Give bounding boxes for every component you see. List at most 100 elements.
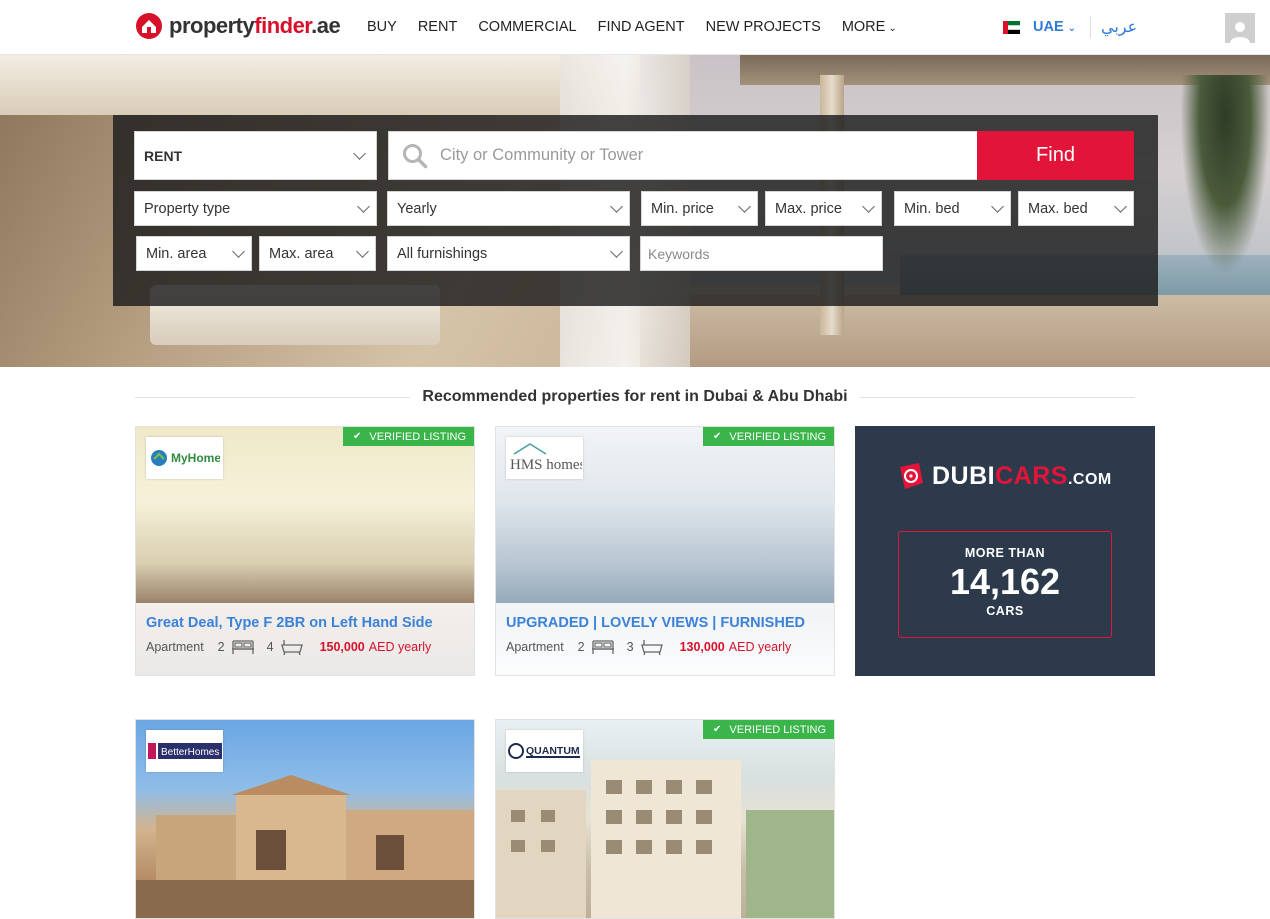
rent-period-value: Yearly — [397, 200, 437, 217]
max-bed-select[interactable]: Max. bed — [1018, 191, 1134, 226]
section-divider — [135, 396, 411, 398]
keywords-input[interactable] — [640, 236, 883, 271]
nav-more-label: MORE — [841, 19, 886, 35]
dubicars-line1: MORE THAN — [964, 546, 1046, 560]
nav-commercial[interactable]: COMMERCIAL — [478, 19, 576, 35]
chevron-down-icon — [356, 245, 369, 258]
logo-wordmark: propertyfinder.ae — [169, 13, 341, 39]
nav-find-agent[interactable]: FIND AGENT — [598, 19, 685, 35]
svg-text:QUANTUM: QUANTUM — [526, 745, 580, 757]
uae-flag-icon — [1003, 21, 1020, 35]
steering-wheel-icon — [900, 463, 923, 489]
bath-count: 4 — [266, 640, 274, 654]
verified-badge: ✔ VERIFIED LISTING — [703, 427, 834, 446]
listing-price: 130,000 — [679, 640, 725, 654]
listing-meta: Apartment 2 4 150,000 AED yearly — [146, 638, 464, 656]
svg-text:MyHome: MyHome — [171, 451, 220, 465]
rent-period-select[interactable]: Yearly — [387, 191, 630, 226]
section-title: Recommended properties for rent in Dubai… — [422, 388, 848, 405]
min-area-select[interactable]: Min. area — [136, 236, 252, 271]
dubicars-count-box: MORE THAN 14,162 CARS — [898, 531, 1112, 638]
main-nav: BUY RENT COMMERCIAL FIND AGENT NEW PROJE… — [367, 19, 918, 35]
listing-title[interactable]: Great Deal, Type F 2BR on Left Hand Side — [146, 615, 464, 631]
svg-text:BetterHomes: BetterHomes — [161, 747, 219, 758]
check-icon: ✔ — [713, 431, 722, 442]
house-logo-icon — [136, 13, 162, 39]
logo-text-tld: .ae — [311, 13, 341, 38]
listing-card[interactable]: BetterHomes — [135, 719, 475, 919]
bed-icon — [591, 638, 615, 656]
quantum-logo-icon: QUANTUM — [507, 743, 580, 759]
chevron-down-icon — [357, 200, 370, 213]
header-divider — [1090, 16, 1091, 38]
language-switch[interactable]: عربي — [1101, 17, 1137, 37]
search-mode-select[interactable]: RENT — [134, 131, 377, 180]
property-type: Apartment — [146, 640, 204, 654]
nav-more[interactable]: MORE ⌄ — [842, 19, 897, 35]
price-unit: AED yearly — [728, 640, 792, 654]
furnishing-value: All furnishings — [397, 245, 488, 262]
location-search-input[interactable] — [440, 146, 960, 165]
chevron-down-icon — [738, 200, 751, 213]
listing-title[interactable]: UPGRADED | LOVELY VIEWS | FURNISHED — [506, 615, 824, 631]
search-mode-value: RENT — [144, 147, 183, 164]
listing-card[interactable]: ✔ VERIFIED LISTING QUANTUM — [495, 719, 835, 919]
user-silhouette-icon — [1230, 22, 1250, 43]
bed-icon — [231, 638, 255, 656]
listing-card[interactable]: ✔ VERIFIED LISTING MyHome Great Deal, Typ… — [135, 426, 475, 676]
bath-count: 3 — [626, 640, 634, 654]
myhome-logo-icon: MyHome — [150, 450, 220, 466]
verified-label: VERIFIED LISTING — [729, 430, 826, 443]
dubicars-line2: CARS — [986, 604, 1024, 618]
dubicars-logo: DUBICARS.COM — [897, 461, 1112, 491]
dubicars-count: 14,162 — [949, 561, 1061, 602]
svg-text:HMS homes: HMS homes — [510, 457, 582, 473]
nav-new-projects[interactable]: NEW PROJECTS — [706, 19, 821, 35]
max-area-select[interactable]: Max. area — [259, 236, 376, 271]
price-unit: AED yearly — [368, 640, 432, 654]
find-button[interactable]: Find — [977, 131, 1134, 180]
min-price-value: Min. price — [651, 200, 714, 217]
search-icon — [403, 143, 428, 168]
furnishing-select[interactable]: All furnishings — [387, 236, 630, 271]
nav-buy[interactable]: BUY — [367, 19, 397, 35]
property-type-value: Property type — [144, 200, 231, 217]
site-logo[interactable]: propertyfinder.ae — [135, 12, 341, 40]
dubicars-ad[interactable]: DUBICARS.COM MORE THAN 14,162 CARS — [855, 426, 1155, 676]
user-avatar-icon[interactable] — [1225, 13, 1255, 43]
country-selector[interactable]: UAE ⌄ — [1033, 19, 1076, 35]
bed-count: 2 — [217, 640, 225, 654]
max-price-select[interactable]: Max. price — [765, 191, 882, 226]
bed-count: 2 — [577, 640, 585, 654]
listing-card[interactable]: ✔ VERIFIED LISTING HMS homes UPGRADED | L… — [495, 426, 835, 676]
property-type-select[interactable]: Property type — [134, 191, 377, 226]
logo-text-main: property — [169, 13, 255, 38]
min-price-select[interactable]: Min. price — [641, 191, 758, 226]
nav-rent[interactable]: RENT — [418, 19, 457, 35]
hms-homes-logo-icon: HMS homes — [510, 443, 582, 473]
check-icon: ✔ — [353, 431, 362, 442]
listing-info: Great Deal, Type F 2BR on Left Hand Side… — [136, 603, 474, 675]
location-search-box[interactable] — [388, 131, 978, 180]
dubicars-logo-tld: .COM — [1067, 470, 1112, 488]
listing-price: 150,000 — [319, 640, 365, 654]
logo-text-accent: finder — [254, 13, 312, 38]
site-header: propertyfinder.ae BUY RENT COMMERCIAL FI… — [0, 0, 1270, 55]
chevron-down-icon — [862, 200, 875, 213]
broker-logo: HMS homes — [506, 437, 583, 479]
dubicars-logo-part2: CARS — [995, 461, 1068, 490]
check-icon: ✔ — [713, 724, 722, 735]
min-bed-select[interactable]: Min. bed — [894, 191, 1011, 226]
min-bed-value: Min. bed — [904, 200, 960, 217]
chevron-down-icon: ⌄ — [888, 23, 897, 34]
section-header: Recommended properties for rent in Dubai… — [135, 386, 1136, 408]
max-area-value: Max. area — [269, 245, 334, 262]
broker-logo: QUANTUM — [506, 730, 583, 772]
verified-label: VERIFIED LISTING — [729, 723, 826, 736]
chevron-down-icon — [232, 245, 245, 258]
chevron-down-icon — [610, 200, 623, 213]
chevron-down-icon: ⌄ — [1067, 23, 1077, 34]
max-bed-value: Max. bed — [1028, 200, 1088, 217]
listing-info: UPGRADED | LOVELY VIEWS | FURNISHED Apar… — [496, 603, 834, 675]
property-type: Apartment — [506, 640, 564, 654]
